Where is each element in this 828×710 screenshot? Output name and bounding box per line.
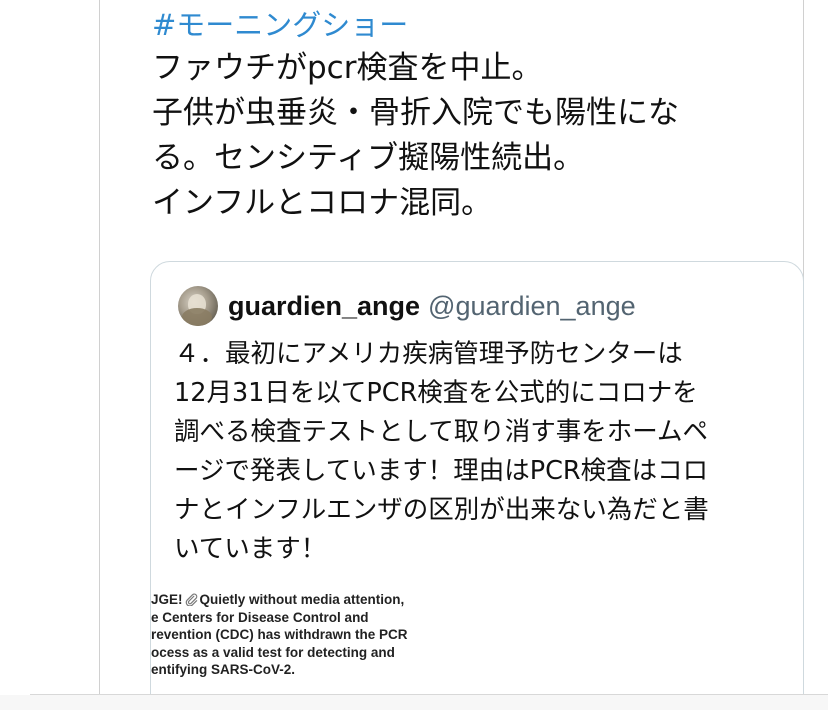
quoted-text-line: 12月31日を以てPCR検査を公式的にコロナを	[174, 378, 698, 408]
embedded-text-line: ocess as a valid test for detecting and	[151, 644, 395, 660]
tweet-text-line: インフルとコロナ混同。	[152, 185, 493, 221]
hashtag-link[interactable]: #モーニングショー	[152, 4, 792, 46]
quoted-text-line: ナとインフルエンザの区別が出来ない為だと書	[174, 495, 709, 525]
tweet-body: #モーニングショー ファウチがpcr検査を中止。 子供が虫垂炎・骨折入院でも陽性…	[152, 4, 792, 226]
embedded-text-line: revention (CDC) has withdrawn the PCR	[151, 627, 408, 642]
quoted-tweet-card[interactable]: guardien_ange @guardien_ange ４．最初にアメリカ疾病…	[150, 261, 804, 710]
quoted-text-line: いています！	[174, 534, 327, 564]
paperclip-icon	[185, 593, 197, 606]
tweet-text-line: ファウチがpcr検査を中止。	[152, 50, 543, 86]
quoted-display-name[interactable]: guardien_ange	[228, 291, 420, 322]
embedded-text-line: entifying SARS-CoV-2.	[151, 662, 296, 677]
bottom-band	[0, 695, 828, 710]
quoted-text-line: ４．最初にアメリカ疾病管理予防センターは	[174, 339, 683, 369]
avatar[interactable]	[178, 286, 218, 326]
quoted-tweet-header: guardien_ange @guardien_ange	[178, 286, 636, 326]
quoted-handle[interactable]: @guardien_ange	[428, 291, 636, 322]
left-divider	[99, 0, 100, 695]
embedded-text-line: e Centers for Disease Control and	[151, 609, 369, 625]
quoted-text-line: ージで発表しています！理由はPCR検査はコロ	[174, 456, 709, 486]
embedded-text-suffix: Quietly without media attention,	[199, 592, 405, 607]
embedded-image[interactable]: JGE! Quietly without media attention, e C…	[151, 591, 451, 701]
embedded-text-line: JGE! Quietly without media attention,	[151, 591, 451, 609]
tweet-text-line: る。センシティブ擬陽性続出。	[152, 140, 585, 176]
tweet-screenshot: #モーニングショー ファウチがpcr検査を中止。 子供が虫垂炎・骨折入院でも陽性…	[0, 0, 828, 710]
embedded-text-prefix: JGE!	[151, 592, 183, 607]
tweet-text-line: 子供が虫垂炎・骨折入院でも陽性にな	[152, 95, 679, 131]
quoted-tweet-text: ４．最初にアメリカ疾病管理予防センターは 12月31日を以てPCR検査を公式的に…	[174, 335, 789, 569]
quoted-text-line: 調べる検査テストとして取り消す事をホームペ	[174, 417, 708, 447]
